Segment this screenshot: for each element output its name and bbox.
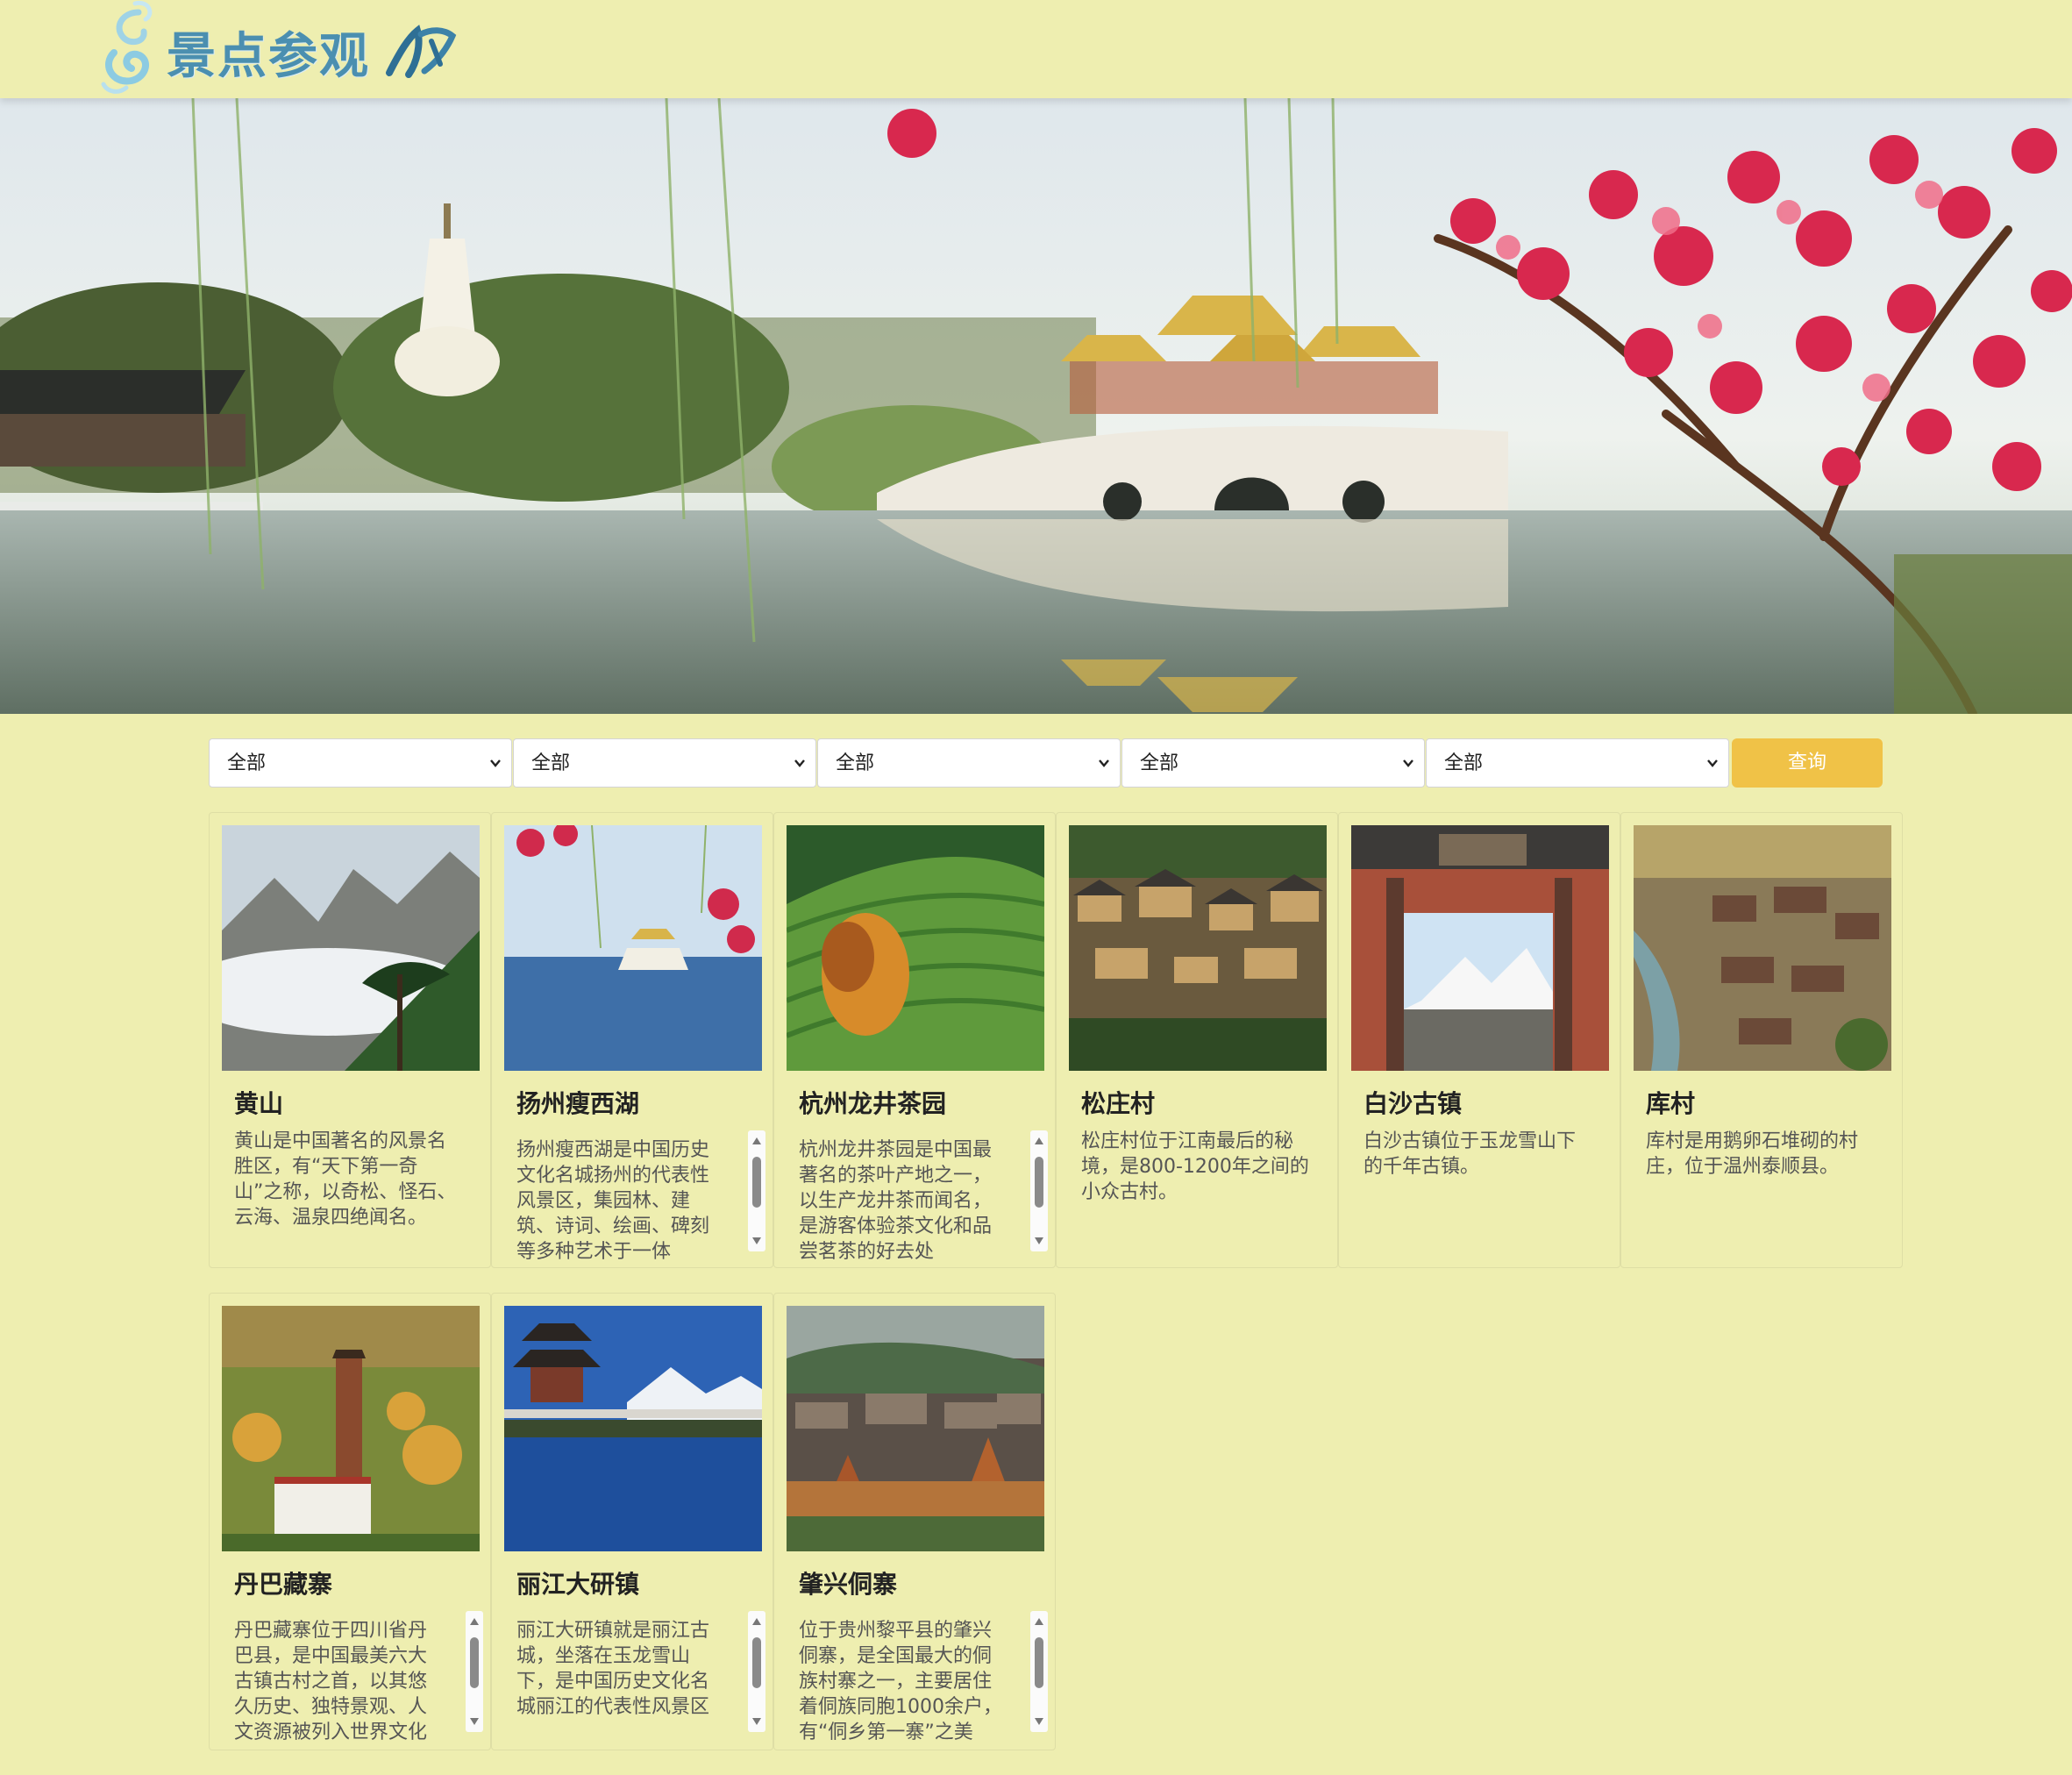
hero-banner-image: [0, 98, 2072, 714]
attraction-title: 丽江大研镇: [516, 1570, 640, 1599]
filter-select-5[interactable]: 全部: [1426, 738, 1729, 788]
attraction-title: 白沙古镇: [1364, 1089, 1463, 1118]
attraction-description: 扬州瘦西湖是中国历史文化名城扬州的代表性风景区，集园林、建筑、诗词、绘画、碑刻等…: [516, 1139, 710, 1260]
chevron-down-icon: [490, 759, 501, 767]
attraction-description: 丽江大研镇就是丽江古城，坐落在玉龙雪山下，是中国历史文化名城丽江的代表性风景区: [516, 1620, 710, 1718]
attraction-card[interactable]: 黄山 黄山是中国著名的风景名胜区，有“天下第一奇山”之称，以奇松、怪石、云海、温…: [209, 812, 491, 1268]
filter-select-3[interactable]: 全部: [817, 738, 1121, 788]
attraction-photo: [1351, 825, 1609, 1071]
filter-select-1[interactable]: 全部: [209, 738, 512, 788]
attraction-description: 松庄村位于江南最后的秘境，是800-1200年之间的小众古村。: [1081, 1130, 1309, 1203]
chevron-down-icon: [1403, 759, 1413, 767]
attraction-card[interactable]: 丹巴藏寨 丹巴藏寨位于四川省丹巴县，是中国最美六大古镇古村之首，以其悠久历史、独…: [209, 1293, 491, 1750]
attraction-card[interactable]: 肇兴侗寨 位于贵州黎平县的肇兴侗寨，是全国最大的侗族村寨之一，主要居住着侗族同胞…: [773, 1293, 1056, 1750]
chevron-down-icon: [794, 759, 805, 767]
description-scrollbar[interactable]: [466, 1611, 483, 1732]
attraction-photo: [504, 825, 762, 1071]
filter-bar: 全部 全部 全部 全部 全部 查询: [209, 738, 1883, 788]
filter-select-2[interactable]: 全部: [513, 738, 816, 788]
attraction-card[interactable]: 扬州瘦西湖 扬州瘦西湖是中国历史文化名城扬州的代表性风景区，集园林、建筑、诗词、…: [491, 812, 773, 1268]
chevron-down-icon: [1707, 759, 1718, 767]
attraction-description: 白沙古镇位于玉龙雪山下的千年古镇。: [1364, 1130, 1577, 1178]
attraction-title: 杭州龙井茶园: [799, 1089, 947, 1118]
attraction-photo: [222, 825, 480, 1071]
logo-text: 景点参观: [167, 26, 370, 85]
attraction-photo: [787, 1306, 1044, 1551]
attraction-card[interactable]: 库村 库村是用鹅卵石堆砌的村庄，位于温州泰顺县。: [1620, 812, 1903, 1268]
attraction-photo: [1069, 825, 1327, 1071]
attraction-card[interactable]: 白沙古镇 白沙古镇位于玉龙雪山下的千年古镇。: [1338, 812, 1620, 1268]
attraction-description: 黄山是中国著名的风景名胜区，有“天下第一奇山”之称，以奇松、怪石、云海、温泉四绝…: [234, 1130, 457, 1229]
description-scrollbar[interactable]: [748, 1130, 765, 1251]
attraction-description: 位于贵州黎平县的肇兴侗寨，是全国最大的侗族村寨之一，主要居住着侗族同胞1000余…: [799, 1620, 1002, 1741]
description-scrollbar[interactable]: [1030, 1611, 1048, 1732]
filter-select-value: 全部: [531, 752, 571, 774]
site-logo[interactable]: 景点参观: [96, 0, 461, 98]
attraction-title: 扬州瘦西湖: [516, 1089, 640, 1118]
attraction-photo: [222, 1306, 480, 1551]
attraction-title: 丹巴藏寨: [234, 1570, 333, 1599]
filter-select-value: 全部: [836, 752, 875, 774]
cloud-swirl-icon: [101, 0, 153, 94]
filter-select-value: 全部: [1140, 752, 1179, 774]
site-header: 景点参观: [0, 0, 2072, 98]
filter-select-value: 全部: [227, 752, 267, 774]
chevron-down-icon: [1099, 759, 1109, 767]
attraction-description: 丹巴藏寨位于四川省丹巴县，是中国最美六大古镇古村之首，以其悠久历史、独特景观、人…: [234, 1620, 428, 1741]
description-scrollbar[interactable]: [748, 1611, 765, 1732]
attraction-description: 库村是用鹅卵石堆砌的村庄，位于温州泰顺县。: [1646, 1130, 1859, 1178]
calligraphy-mark-icon: [386, 25, 457, 78]
filter-select-4[interactable]: 全部: [1121, 738, 1425, 788]
attraction-photo: [504, 1306, 762, 1551]
attraction-card[interactable]: 杭州龙井茶园 杭州龙井茶园是中国最著名的茶叶产地之一，以生产龙井茶而闻名，是游客…: [773, 812, 1056, 1268]
description-scrollbar[interactable]: [1030, 1130, 1048, 1251]
attraction-description: 杭州龙井茶园是中国最著名的茶叶产地之一，以生产龙井茶而闻名，是游客体验茶文化和品…: [799, 1139, 993, 1260]
attraction-title: 松庄村: [1081, 1089, 1156, 1118]
query-button[interactable]: 查询: [1732, 738, 1883, 788]
attraction-card[interactable]: 丽江大研镇 丽江大研镇就是丽江古城，坐落在玉龙雪山下，是中国历史文化名城丽江的代…: [491, 1293, 773, 1750]
attraction-card[interactable]: 松庄村 松庄村位于江南最后的秘境，是800-1200年之间的小众古村。: [1056, 812, 1338, 1268]
filter-select-value: 全部: [1444, 752, 1484, 774]
attraction-photo: [1634, 825, 1891, 1071]
attraction-photo: [787, 825, 1044, 1071]
attraction-title: 肇兴侗寨: [799, 1570, 898, 1599]
attraction-title: 库村: [1646, 1089, 1696, 1118]
attraction-title: 黄山: [234, 1089, 284, 1118]
